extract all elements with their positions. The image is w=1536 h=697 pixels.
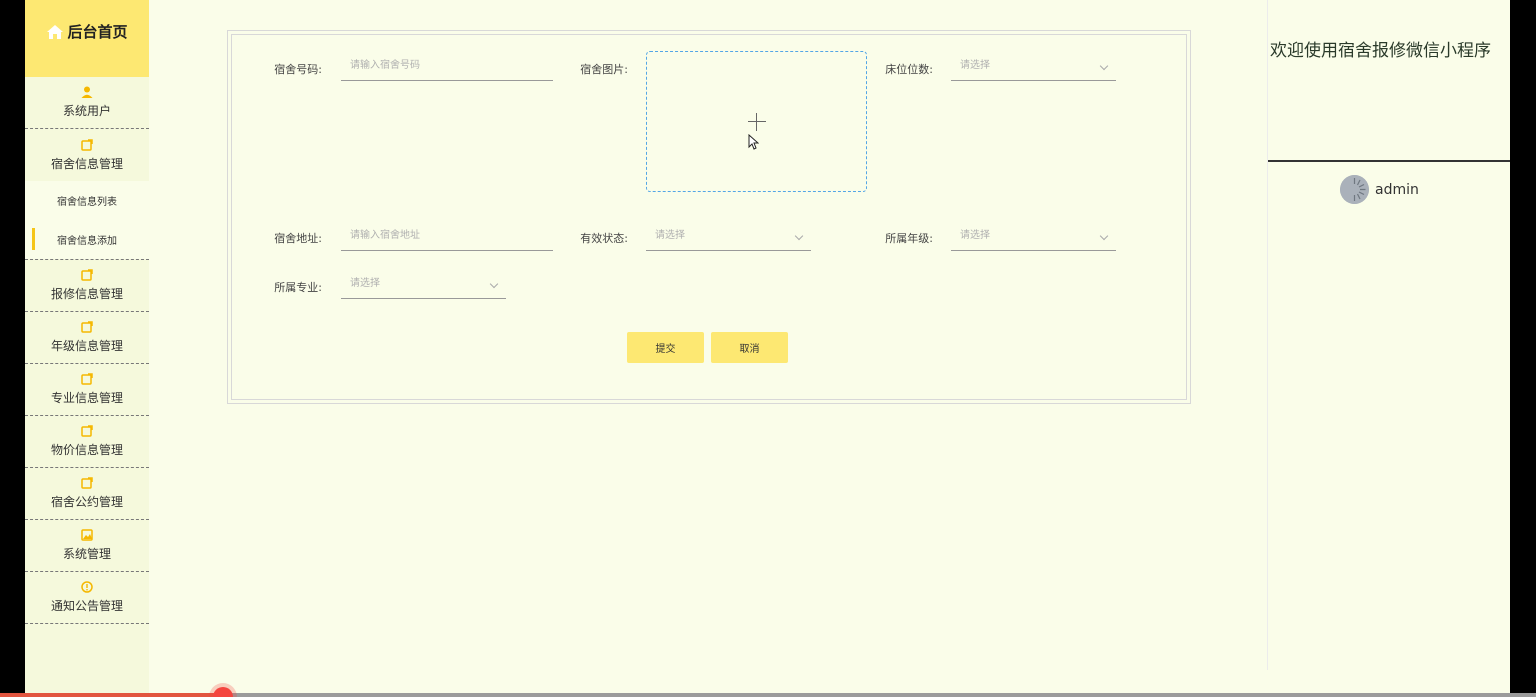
sidebar-subitem-dorm-add[interactable]: 宿舍信息添加 bbox=[25, 220, 149, 259]
video-progress-bar[interactable] bbox=[0, 687, 1536, 697]
edit-icon bbox=[81, 138, 93, 151]
grade-select[interactable]: 请选择 bbox=[951, 221, 1116, 251]
chevron-down-icon bbox=[794, 231, 804, 241]
progress-fill bbox=[0, 693, 222, 697]
chevron-down-icon bbox=[1099, 61, 1109, 71]
sidebar-item-grade-info[interactable]: 年级信息管理 bbox=[25, 312, 149, 364]
bed-count-placeholder: 请选择 bbox=[960, 60, 990, 71]
mouse-cursor-icon bbox=[748, 134, 759, 150]
user-info[interactable]: admin bbox=[1340, 175, 1419, 204]
sidebar-item-repair-info[interactable]: 报修信息管理 bbox=[25, 260, 149, 312]
dorm-add-form-card: 宿舍号码: 宿舍图片: 床位位数: 请选择 宿舍地址: 有效状态: 请选择 bbox=[227, 30, 1191, 404]
submenu-dorm-info: 宿舍信息列表 宿舍信息添加 bbox=[25, 181, 149, 260]
sidebar-item-notice-management[interactable]: 通知公告管理 bbox=[25, 572, 149, 624]
dorm-number-input[interactable] bbox=[341, 51, 553, 81]
divider bbox=[1268, 160, 1510, 162]
sidebar-item-label: 报修信息管理 bbox=[50, 287, 123, 301]
valid-status-label: 有效状态: bbox=[580, 232, 628, 245]
sidebar-subitem-label: 宿舍信息列表 bbox=[57, 197, 117, 208]
dorm-address-label: 宿舍地址: bbox=[274, 232, 322, 245]
sidebar-item-label: 系统管理 bbox=[62, 547, 111, 561]
sidebar-item-dorm-info[interactable]: 宿舍信息管理 bbox=[25, 129, 149, 181]
dorm-address-input[interactable] bbox=[341, 221, 553, 251]
user-icon bbox=[81, 86, 93, 98]
edit-icon bbox=[81, 425, 93, 437]
sidebar-item-label: 通知公告管理 bbox=[50, 599, 123, 613]
major-placeholder: 请选择 bbox=[350, 278, 380, 289]
sidebar-item-label: 宿舍公约管理 bbox=[50, 495, 123, 509]
welcome-title: 欢迎使用宿舍报修微信小程序 bbox=[1270, 41, 1491, 61]
sidebar-item-dorm-rules[interactable]: 宿舍公约管理 bbox=[25, 468, 149, 520]
edit-icon bbox=[81, 321, 93, 333]
sidebar-home-button[interactable]: 后台首页 bbox=[25, 0, 149, 77]
sidebar-subitem-dorm-list[interactable]: 宿舍信息列表 bbox=[25, 181, 149, 220]
sidebar-item-label: 年级信息管理 bbox=[50, 339, 123, 353]
valid-status-select[interactable]: 请选择 bbox=[646, 221, 811, 251]
sidebar-item-major-info[interactable]: 专业信息管理 bbox=[25, 364, 149, 416]
chevron-down-icon bbox=[489, 279, 499, 289]
chevron-down-icon bbox=[1099, 231, 1109, 241]
grade-label: 所属年级: bbox=[885, 232, 933, 245]
username: admin bbox=[1375, 181, 1419, 198]
sidebar-item-label: 系统用户 bbox=[62, 104, 111, 118]
sidebar-item-system-management[interactable]: 系统管理 bbox=[25, 520, 149, 572]
sidebar-item-price-info[interactable]: 物价信息管理 bbox=[25, 416, 149, 468]
dorm-add-form: 宿舍号码: 宿舍图片: 床位位数: 请选择 宿舍地址: 有效状态: 请选择 bbox=[231, 34, 1187, 400]
cancel-button[interactable]: 取消 bbox=[711, 332, 788, 363]
edit-icon bbox=[81, 373, 93, 385]
sidebar-item-label: 物价信息管理 bbox=[50, 443, 123, 457]
image-icon bbox=[81, 529, 93, 541]
valid-status-placeholder: 请选择 bbox=[655, 230, 685, 241]
info-icon bbox=[81, 581, 93, 593]
sidebar-home-label: 后台首页 bbox=[67, 23, 128, 41]
sidebar: 后台首页 系统用户 宿舍信息管理 宿舍信息列表 宿舍信息添加 报修信息管理 年级… bbox=[25, 0, 149, 693]
submit-button[interactable]: 提交 bbox=[627, 332, 704, 363]
right-panel: 欢迎使用宿舍报修微信小程序 admin bbox=[1267, 0, 1510, 670]
major-label: 所属专业: bbox=[274, 281, 322, 294]
bed-count-label: 床位位数: bbox=[885, 63, 933, 76]
sidebar-item-system-users[interactable]: 系统用户 bbox=[25, 77, 149, 129]
bed-count-select[interactable]: 请选择 bbox=[951, 51, 1116, 81]
dorm-number-label: 宿舍号码: bbox=[274, 63, 322, 76]
avatar[interactable] bbox=[1340, 175, 1369, 204]
dorm-image-label: 宿舍图片: bbox=[580, 63, 628, 76]
app-viewport: 后台首页 系统用户 宿舍信息管理 宿舍信息列表 宿舍信息添加 报修信息管理 年级… bbox=[25, 0, 1510, 693]
sidebar-item-label: 专业信息管理 bbox=[50, 391, 123, 405]
dorm-image-uploader[interactable] bbox=[646, 51, 867, 192]
grade-placeholder: 请选择 bbox=[960, 230, 990, 241]
edit-icon bbox=[81, 477, 93, 489]
home-icon bbox=[46, 23, 64, 41]
sidebar-subitem-label: 宿舍信息添加 bbox=[57, 236, 117, 247]
major-select[interactable]: 请选择 bbox=[341, 269, 506, 299]
sidebar-item-label: 宿舍信息管理 bbox=[50, 156, 123, 171]
edit-icon bbox=[81, 269, 93, 281]
